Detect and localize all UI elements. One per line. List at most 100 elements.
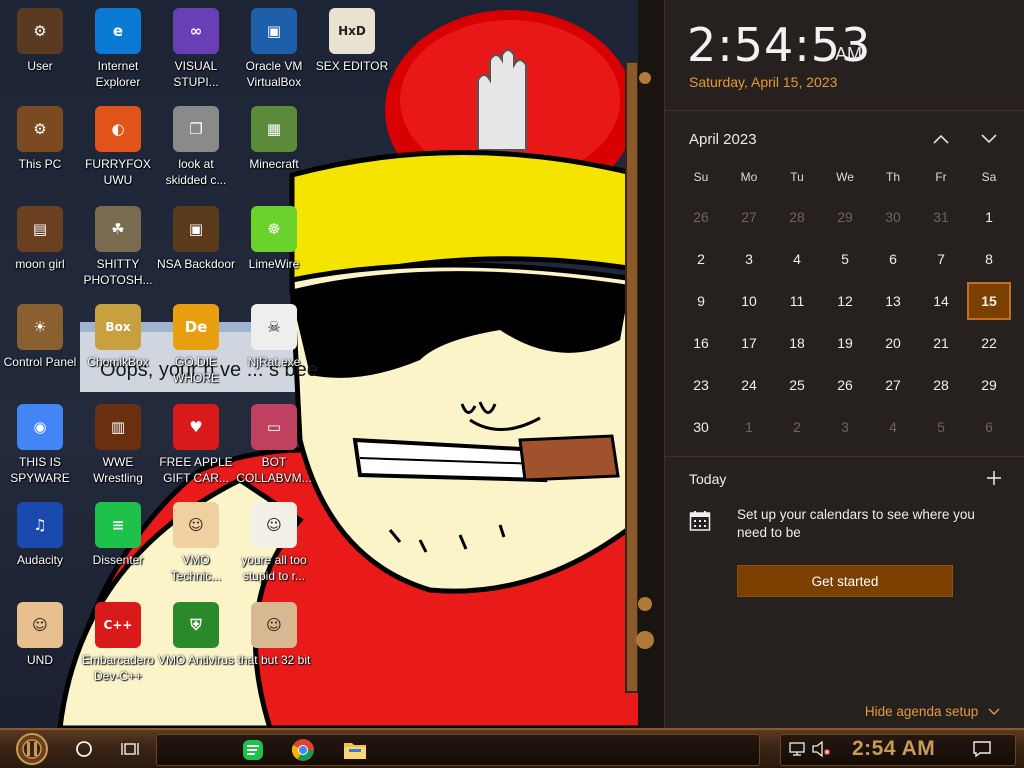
calendar-day[interactable]: 29 [821, 196, 869, 238]
desktop-icon-chrome[interactable]: ◉ THIS IS SPYWARE [0, 400, 80, 496]
calendar-day[interactable]: 28 [917, 364, 965, 406]
file-explorer-taskbar-button[interactable] [337, 733, 373, 767]
calendar-day[interactable]: 2 [773, 406, 821, 448]
add-event-icon[interactable] [981, 465, 1007, 491]
calendar-day[interactable]: 27 [869, 364, 917, 406]
calendar-day[interactable]: 7 [917, 238, 965, 280]
calendar-day[interactable]: 12 [821, 280, 869, 322]
calendar-day[interactable]: 2 [677, 238, 725, 280]
desktop-icon-apple[interactable]: ♥ FREE APPLE GIFT CAR... [156, 400, 236, 496]
desktop-icon-shield[interactable]: ⛨ VMO Antivirus [156, 598, 236, 694]
calendar-day[interactable]: 4 [869, 406, 917, 448]
calendar-day[interactable]: 6 [965, 406, 1013, 448]
taskbar-clock[interactable]: 2:54 AM [852, 737, 935, 761]
volume-muted-icon[interactable] [810, 730, 832, 768]
calendar-day[interactable]: 6 [869, 238, 917, 280]
calendar-month-label[interactable]: April 2023 [689, 131, 757, 148]
calendar-day-number: 22 [981, 335, 997, 351]
desktop-icon-chomikbox[interactable]: Box ChomikBox [78, 300, 158, 396]
clock-date-link[interactable]: Saturday, April 15, 2023 [689, 74, 837, 90]
calendar-day[interactable]: 11 [773, 280, 821, 322]
desktop-icon-de[interactable]: De GO DIE WHORE [156, 300, 236, 396]
desktop-icon-glass-monitor[interactable]: ▭ BOT COLLABVM... [234, 400, 314, 496]
desktop-icon-steampunk-tv[interactable]: ▥ WWE Wrestling [78, 400, 158, 496]
calendar-day[interactable]: 4 [773, 238, 821, 280]
taskbar-pinned-area [156, 734, 760, 766]
calendar-day[interactable]: 26 [677, 196, 725, 238]
desktop-icon-hank[interactable]: ☺ UND [0, 598, 80, 694]
calendar-day-number: 27 [885, 377, 901, 393]
desktop-icon-portrait[interactable]: ☺ youre all too stupid to r... [234, 498, 314, 594]
dissenter-taskbar-button[interactable] [235, 733, 271, 767]
notification-icon[interactable] [966, 730, 998, 768]
desktop-icon-steampunk-box[interactable]: ▤ moon girl [0, 202, 80, 298]
calendar-day[interactable]: 31 [917, 196, 965, 238]
desktop-icon-hex-editor[interactable]: HxD SEX EDITOR [312, 4, 392, 100]
calendar-day[interactable]: 8 [965, 238, 1013, 280]
calendar-day[interactable]: 18 [773, 322, 821, 364]
chevron-up-icon[interactable] [927, 126, 955, 152]
calendar-day[interactable]: 27 [725, 196, 773, 238]
calendar-day[interactable]: 29 [965, 364, 1013, 406]
desktop-icon-audacity[interactable]: ♫ Audacity [0, 498, 80, 594]
calendar-day[interactable]: 13 [869, 280, 917, 322]
desktop-icon-label: ChomikBox [87, 355, 149, 369]
calendar-day[interactable]: 30 [677, 406, 725, 448]
search-circle-icon[interactable] [68, 730, 100, 768]
desktop-icon-skull[interactable]: ☠ NjRat.exe [234, 300, 314, 396]
calendar-day[interactable]: 14 [917, 280, 965, 322]
desktop-icon-limewire[interactable]: ☸ LimeWire [234, 202, 314, 298]
calendar-day[interactable]: 22 [965, 322, 1013, 364]
desktop-icon-technician[interactable]: ☺ VMO Technic... [156, 498, 236, 594]
calendar-day[interactable]: 1 [725, 406, 773, 448]
network-icon[interactable] [786, 730, 808, 768]
calendar-day-today[interactable]: 15 [965, 280, 1013, 322]
calendar-day[interactable]: 24 [725, 364, 773, 406]
calendar-day[interactable]: 1 [965, 196, 1013, 238]
desktop-icon-firefox[interactable]: ◐ FURRYFOX UWU [78, 102, 158, 198]
calendar-day-number: 27 [741, 209, 757, 225]
calendar-day[interactable]: 19 [821, 322, 869, 364]
desktop-icon-edge[interactable]: e Internet Explorer [78, 4, 158, 100]
chomikbox-icon: Box [95, 304, 141, 350]
calendar-day[interactable]: 9 [677, 280, 725, 322]
hide-agenda-setup-link[interactable]: Hide agenda setup [865, 704, 1000, 719]
calendar-day[interactable]: 28 [773, 196, 821, 238]
desktop-icon-portrait-woman[interactable]: ☺ that but 32 bit [234, 598, 314, 694]
desktop-icon-virtualbox[interactable]: ▣ Oracle VM VirtualBox [234, 4, 314, 100]
calendar-day[interactable]: 30 [869, 196, 917, 238]
calendar-day[interactable]: 17 [725, 322, 773, 364]
desktop-icon-steampunk-monitor[interactable]: ▣ NSA Backdoor [156, 202, 236, 298]
calendar-day[interactable]: 5 [821, 238, 869, 280]
start-button[interactable] [4, 730, 60, 768]
calendar-day[interactable]: 16 [677, 322, 725, 364]
firefox-icon: ◐ [95, 106, 141, 152]
desktop-icon-user[interactable]: ⚙ User [0, 4, 80, 100]
chevron-down-icon[interactable] [975, 126, 1003, 152]
steampunk-start-icon [16, 733, 48, 765]
calendar-day[interactable]: 23 [677, 364, 725, 406]
chrome-taskbar-button[interactable] [285, 733, 321, 767]
desktop-icon-label: VMO Technic... [170, 553, 222, 583]
calendar-day[interactable]: 25 [773, 364, 821, 406]
weekday-label: We [836, 170, 854, 184]
calendar-day[interactable]: 3 [725, 238, 773, 280]
get-started-button[interactable]: Get started [737, 565, 953, 597]
calendar-day[interactable]: 3 [821, 406, 869, 448]
desktop-icon-stacked-windows[interactable]: ❐ look at skidded c... [156, 102, 236, 198]
calendar-day[interactable]: 5 [917, 406, 965, 448]
calendar-day[interactable]: 21 [917, 322, 965, 364]
file-explorer-icon [344, 743, 366, 759]
desktop-icon-this-pc[interactable]: ⚙ This PC [0, 102, 80, 198]
desktop-icon-label: FREE APPLE GIFT CAR... [159, 455, 233, 485]
task-view-icon[interactable] [112, 730, 148, 768]
desktop-icon-minecraft[interactable]: ▦ Minecraft [234, 102, 314, 198]
calendar-day[interactable]: 26 [821, 364, 869, 406]
desktop-icon-dissenter[interactable]: ≡ Dissenter [78, 498, 158, 594]
desktop-icon-visual-studio[interactable]: ∞ VISUAL STUPI... [156, 4, 236, 100]
calendar-day[interactable]: 10 [725, 280, 773, 322]
calendar-day[interactable]: 20 [869, 322, 917, 364]
desktop-icon-devcpp[interactable]: C++ Embarcadero Dev-C++ [78, 598, 158, 694]
desktop-icon-lightbulb[interactable]: ☀ Control Panel [0, 300, 80, 396]
desktop-icon-gimp[interactable]: ☘ SHITTY PHOTOSH... [78, 202, 158, 298]
